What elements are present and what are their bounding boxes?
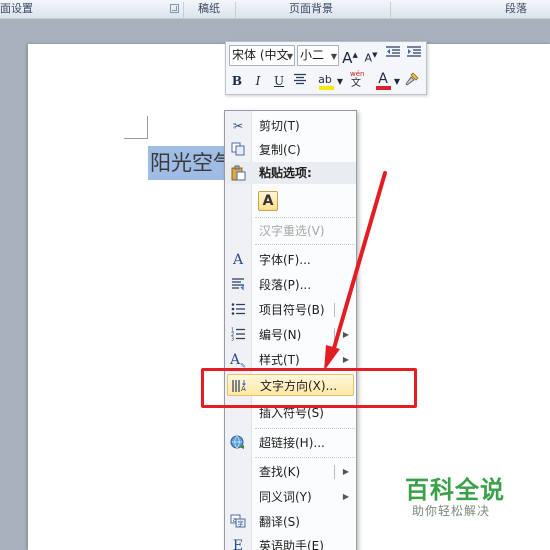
font-size-value: 小二 (300, 48, 325, 62)
shrink-font-icon: A (364, 51, 373, 65)
menu-separator (255, 428, 355, 429)
menu-item-label: 同义词(Y) (259, 490, 312, 504)
menu-item-reconvert: 汉字重选(V) (225, 220, 356, 242)
chevron-down-icon: ▼ (330, 52, 337, 61)
grow-font-button[interactable]: A▲ (340, 45, 360, 67)
menu-item-paragraph[interactable]: 段落(P)... (225, 274, 356, 296)
selected-document-text[interactable]: 阳光空气 (148, 146, 224, 180)
svg-text:字: 字 (238, 520, 244, 528)
grow-font-icon: A (342, 49, 353, 67)
menu-separator (255, 457, 355, 458)
split-divider (334, 465, 335, 479)
manuscript-group-label: 稿纸 (198, 2, 220, 15)
menu-item-label: 英语助手(E) (259, 539, 324, 550)
highlighter-icon: ab (318, 73, 332, 86)
menu-item-copy[interactable]: 复制(C) (225, 139, 356, 161)
menu-item-synonyms[interactable]: 同义词(Y) ▶ (225, 486, 356, 508)
paragraph-icon (229, 277, 247, 293)
menu-item-numbering[interactable]: 123 编号(N) ▶ (225, 324, 356, 346)
chevron-down-icon[interactable]: ▼ (335, 71, 345, 92)
english-assistant-icon: E (232, 538, 244, 550)
decrease-indent-button[interactable] (383, 45, 403, 66)
ribbon-divider (235, 2, 236, 18)
menu-item-label: 项目符号(B) (259, 303, 325, 317)
format-painter-icon (405, 72, 419, 86)
bold-button[interactable]: B (227, 71, 247, 92)
bullets-icon (229, 302, 247, 318)
watermark-title: 百科全说 (405, 476, 505, 504)
hyperlink-icon (229, 435, 247, 451)
translate-icon: a字 (229, 514, 247, 530)
underline-button[interactable]: U (269, 71, 289, 92)
menu-item-label: 粘贴选项: (259, 166, 312, 180)
page-background-group-label: 页面背景 (289, 2, 333, 15)
menu-item-label: 超链接(H)... (259, 436, 325, 450)
copy-icon (229, 142, 247, 158)
context-menu: ✂ 剪切(T) 复制(C) 粘贴选项: A 汉字重选(V) A 字体(F)...… (224, 110, 357, 550)
increase-indent-button[interactable] (404, 45, 424, 66)
svg-text:文: 文 (351, 76, 361, 87)
dialog-launcher-icon[interactable] (170, 4, 179, 13)
scissors-icon: ✂ (232, 119, 244, 133)
increase-indent-icon (407, 46, 421, 57)
center-align-button[interactable] (290, 71, 310, 92)
menu-item-label: 编号(N) (259, 328, 302, 342)
split-divider (334, 328, 335, 342)
phonetic-guide-icon: wén文 (350, 70, 364, 89)
highlight-color-swatch (319, 86, 334, 90)
styles-icon: A✎ (230, 352, 246, 370)
italic-button[interactable]: I (248, 71, 268, 92)
watermark-subtitle: 助你轻松解决 (412, 504, 491, 518)
phonetic-guide-button[interactable]: wén 文 (346, 69, 370, 90)
ribbon-group-bar: 面设置 稿纸 页面背景 段落 (0, 0, 550, 19)
svg-text:wén: wén (350, 70, 364, 78)
menu-item-label: 翻译(S) (259, 515, 300, 529)
menu-separator (255, 217, 355, 218)
center-align-icon (294, 73, 306, 85)
paste-icon (229, 165, 247, 181)
font-color-swatch (376, 86, 391, 90)
font-icon: A (232, 252, 244, 268)
decrease-indent-icon (386, 46, 400, 57)
format-painter-button[interactable] (402, 71, 422, 92)
crop-mark (124, 138, 148, 139)
menu-item-hyperlink[interactable]: 超链接(H)... (225, 432, 356, 454)
menu-item-find[interactable]: 查找(K) ▶ (225, 461, 356, 483)
menu-item-font[interactable]: A 字体(F)... (225, 249, 356, 271)
chevron-down-icon[interactable]: ▼ (392, 71, 402, 92)
menu-paste-options-header: 粘贴选项: (225, 162, 356, 184)
submenu-arrow-icon: ▶ (342, 492, 349, 501)
submenu-arrow-icon: ▶ (342, 330, 349, 339)
shrink-font-button[interactable]: A▼ (361, 45, 381, 66)
keep-text-only-button[interactable]: A (258, 191, 278, 211)
svg-text:3: 3 (231, 337, 234, 342)
menu-item-label: 字体(F)... (259, 253, 311, 267)
font-name-combobox[interactable]: 宋体 (中文 ▼ (229, 45, 295, 66)
font-name-value: 宋体 (中文 (232, 48, 289, 62)
menu-item-label: 剪切(T) (259, 119, 300, 133)
menu-item-label: 汉字重选(V) (259, 224, 325, 238)
ribbon-divider (390, 2, 391, 18)
page-setup-group-label: 面设置 (0, 2, 33, 15)
submenu-arrow-icon: ▶ (342, 467, 349, 476)
menu-item-cut[interactable]: ✂ 剪切(T) (225, 115, 356, 137)
highlight-annotation-box (201, 368, 417, 408)
crop-mark (147, 116, 148, 138)
menu-item-translate[interactable]: a字 翻译(S) (225, 511, 356, 533)
mini-formatting-toolbar: 宋体 (中文 ▼ 小二 ▼ A▲ A▼ B I U ab ▼ A ▼ wén 文 (225, 41, 427, 95)
menu-item-label: 段落(P)... (259, 278, 312, 292)
menu-item-label: 复制(C) (259, 143, 301, 157)
paragraph-group-label: 段落 (505, 2, 527, 15)
numbering-icon: 123 (229, 327, 247, 343)
chevron-down-icon: ▼ (286, 52, 293, 61)
menu-item-bullets[interactable]: 项目符号(B) (225, 299, 356, 321)
menu-separator (255, 244, 355, 245)
ribbon-divider (183, 2, 184, 18)
menu-item-label: 查找(K) (259, 465, 301, 479)
menu-item-english-assistant[interactable]: E 英语助手(E) (225, 535, 356, 550)
font-color-icon: A (378, 71, 388, 87)
font-size-combobox[interactable]: 小二 ▼ (297, 45, 339, 66)
split-divider (334, 303, 335, 317)
